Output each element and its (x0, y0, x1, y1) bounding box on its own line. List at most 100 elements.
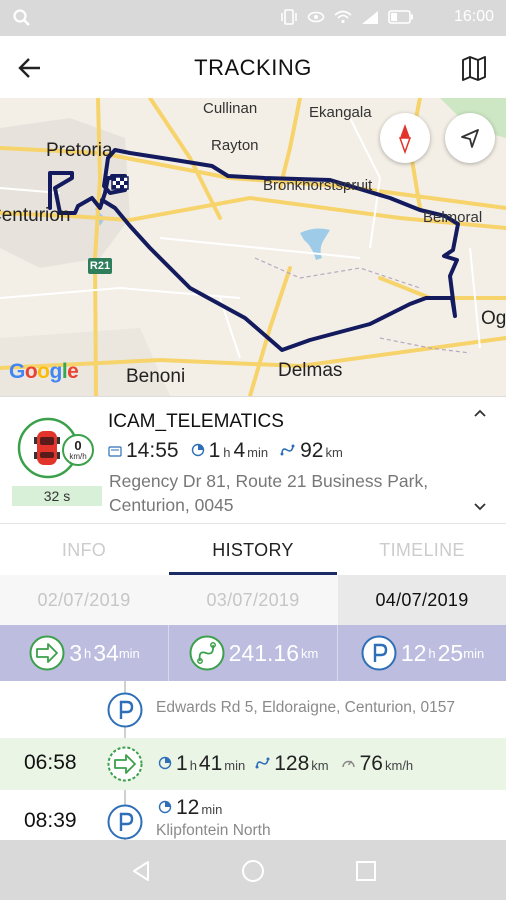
map-label-rayton: Rayton (211, 137, 259, 154)
vehicle-stats: 14:55 1 h 4 min 92 km (108, 439, 343, 463)
summary-park-hours-unit: h (428, 645, 436, 661)
vehicle-driving-minutes: 4 (233, 439, 246, 462)
parking-icon (107, 804, 143, 840)
date-option[interactable]: 02/07/2019 (0, 575, 168, 625)
compass-icon (398, 124, 412, 155)
summary-park-minutes-unit: min (463, 645, 485, 661)
drive-minutes: 41 (198, 752, 223, 775)
distance-icon (280, 444, 295, 456)
map-label-ogi: Ogi (481, 308, 506, 329)
app-header: TRACKING (0, 36, 506, 98)
search-icon (13, 9, 30, 26)
vibrate-icon (281, 9, 297, 25)
signal-icon (362, 10, 378, 24)
parking-minutes: 12 (176, 796, 200, 819)
date-option-selected[interactable]: 04/07/2019 (338, 575, 506, 625)
drive-distance-unit: km (311, 758, 329, 773)
parking-minutes-unit: min (201, 802, 223, 817)
summary-drive-minutes-unit: min (118, 645, 140, 661)
navigation-arrow-icon (461, 129, 479, 148)
vehicle-driving-hours-unit: h (223, 445, 231, 460)
summary-distance-value: 241.16 (228, 639, 299, 666)
summary-drive-hours: 3 (69, 639, 82, 666)
tab-timeline[interactable]: TIMELINE (338, 525, 506, 575)
duration-icon (191, 443, 204, 457)
vehicle-distance: 92 (300, 439, 324, 462)
compass-button[interactable] (380, 113, 430, 163)
status-icons (280, 9, 414, 25)
page-title: TRACKING (194, 55, 312, 80)
summary-park-hours: 12 (400, 639, 427, 666)
distance-icon (255, 757, 270, 769)
system-nav-bar (0, 840, 506, 900)
summary-driving-time: 3 h 34 min (0, 625, 168, 681)
map-label-belmoral: Belmoral (423, 209, 483, 226)
map-label-pretoria: Pretoria (46, 140, 113, 161)
date-selector: 02/07/2019 03/07/2019 04/07/2019 (0, 575, 506, 625)
date-option[interactable]: 03/07/2019 (169, 575, 337, 625)
vehicle-status-icon (17, 417, 94, 479)
tab-history[interactable]: HISTORY (169, 525, 337, 575)
drive-hours-unit: h (189, 758, 197, 773)
route-badge: R21 (88, 258, 112, 274)
map-icon[interactable] (460, 54, 488, 82)
map-label-centurion: Centurion (0, 205, 71, 226)
map-label-cullinan: Cullinan (203, 100, 258, 117)
drive-minutes-unit: min (224, 758, 246, 773)
status-time: 16:00 (453, 8, 494, 25)
vehicle-distance-unit: km (325, 445, 343, 460)
google-logo: Google (9, 360, 79, 383)
chevron-down-icon[interactable] (472, 501, 488, 513)
finish-flag-icon (111, 176, 129, 190)
summary-park-minutes: 25 (437, 639, 464, 666)
vehicle-name: ICAM_TELEMATICS (108, 411, 284, 432)
timeline-item-parking[interactable]: 08:39 12 min Klipfontein North (0, 793, 506, 840)
drive-speed: 76 (359, 752, 383, 775)
tab-bar: INFO HISTORY TIMELINE (0, 525, 506, 575)
wifi-icon (334, 10, 352, 24)
drive-speed-unit: km/h (384, 758, 414, 773)
map-label-bronkhorstspruit: Bronkhorstspruit (263, 177, 373, 194)
parking-duration: 12 min (158, 796, 222, 820)
parking-start-time: 08:39 (24, 809, 77, 832)
map-view[interactable]: Pretoria Cullinan Ekangala Rayton Bronkh… (0, 98, 506, 396)
nav-back-icon[interactable] (129, 859, 153, 883)
speedometer-icon (341, 760, 355, 768)
status-bar: 16:00 (0, 0, 506, 36)
parking-address: Klipfontein North (156, 822, 271, 839)
parking-icon (107, 692, 143, 728)
vehicle-address: Regency Dr 81, Route 21 Business Park, C… (109, 471, 429, 515)
eye-icon (307, 11, 325, 23)
nav-recents-icon[interactable] (355, 860, 377, 882)
duration-icon (158, 800, 172, 814)
drive-start-time: 06:58 (24, 751, 77, 774)
drive-stats: 1 h 41 min 128 km 76 km/h (158, 752, 413, 776)
duration-icon (158, 756, 172, 770)
battery-icon (388, 10, 413, 24)
map-label-benoni: Benoni (126, 366, 186, 387)
drive-arrow-icon (29, 635, 65, 671)
summary-drive-minutes: 34 (93, 639, 119, 666)
vehicle-driving-minutes-unit: min (247, 445, 269, 460)
duration-badge: 32 s (12, 486, 102, 506)
drive-hours: 1 (176, 752, 188, 775)
vehicle-time: 14:55 (126, 439, 179, 462)
timeline-item-drive[interactable]: 06:58 1 h 41 min 128 km 76 km/h (0, 738, 506, 790)
vehicle-driving-hours: 1 (208, 439, 221, 462)
vehicle-card[interactable]: 0 km/h 32 s ICAM_TELEMATICS 14:55 1 h 4 … (0, 396, 506, 524)
map-label-ekangala: Ekangala (309, 104, 372, 121)
parking-address: Edwards Rd 5, Eldoraigne, Centurion, 015… (156, 699, 455, 716)
vehicle-speed-unit: km/h (69, 452, 87, 461)
parking-icon (361, 635, 397, 671)
drive-distance: 128 (274, 752, 310, 775)
drive-arrow-icon (107, 746, 143, 782)
timeline-item-parking[interactable]: Edwards Rd 5, Eldoraigne, Centurion, 015… (0, 689, 506, 741)
map-label-delmas: Delmas (278, 360, 343, 381)
clock-icon (108, 446, 122, 457)
nav-home-icon[interactable] (241, 859, 265, 883)
tab-info[interactable]: INFO (0, 525, 168, 575)
chevron-up-icon[interactable] (472, 407, 488, 419)
my-location-button[interactable] (445, 113, 495, 163)
summary-distance: 241.16 km (169, 625, 337, 681)
summary-parking-time: 12 h 25 min (338, 625, 506, 681)
